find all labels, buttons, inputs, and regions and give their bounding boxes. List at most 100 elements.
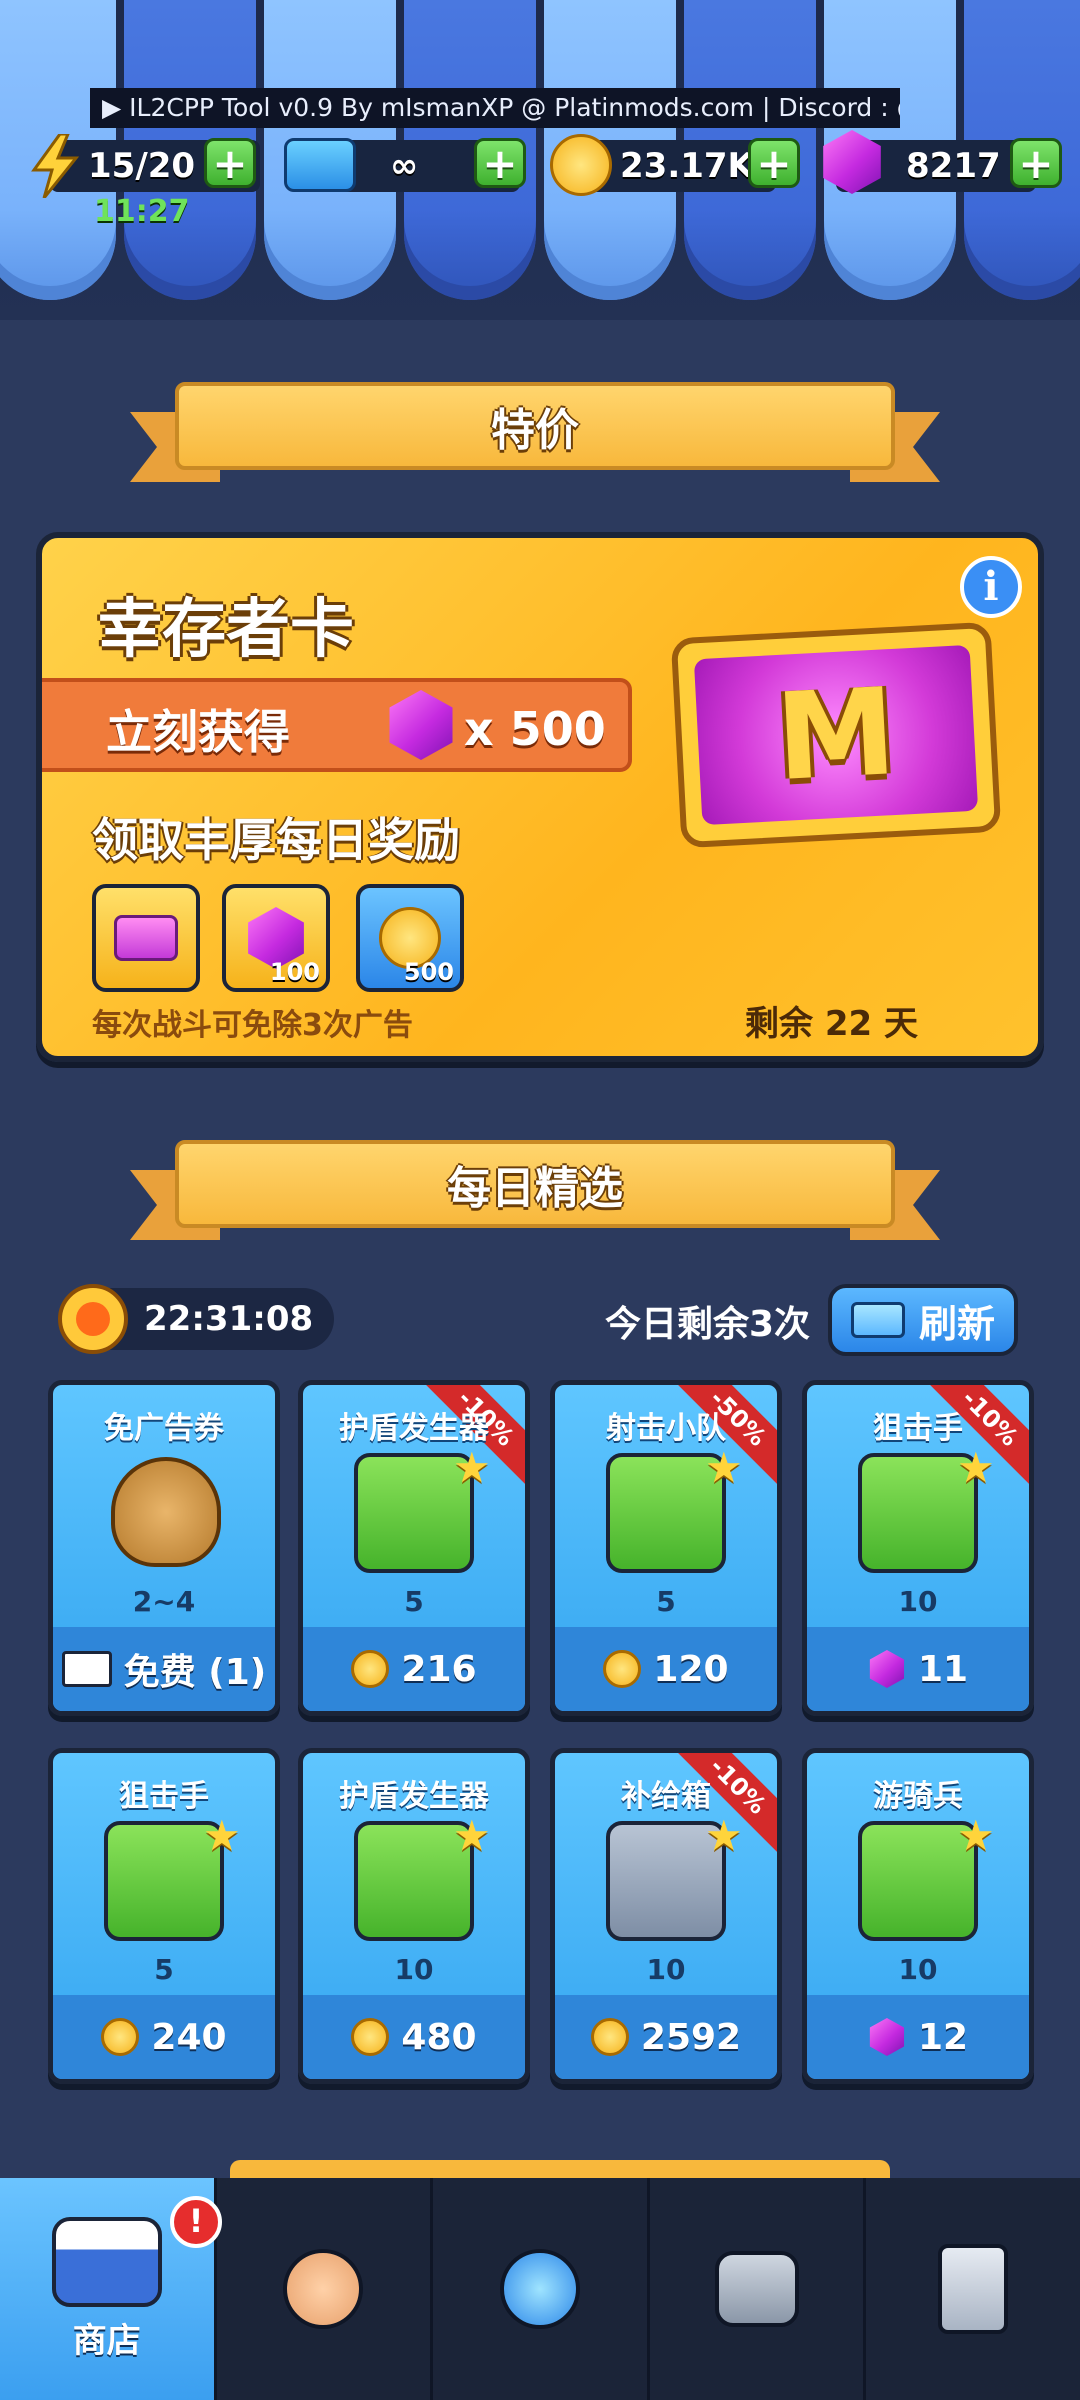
instant-reward-strip: 立刻获得 x 500 — [42, 678, 632, 772]
item-price-value: 12 — [917, 2016, 969, 2058]
item-price: 216 — [303, 1627, 525, 1711]
skip-ticket-icon — [284, 138, 356, 192]
item-level: 2~4 — [132, 1585, 196, 1618]
gem-value: 8217 — [906, 146, 1001, 186]
lightning-icon — [31, 134, 80, 198]
item-price: 240 — [53, 1995, 275, 2079]
nav-tab-cards[interactable] — [866, 2178, 1080, 2400]
item-level: 10 — [898, 1953, 938, 1986]
ad-skip-note: 每次战斗可免除3次广告 — [92, 1008, 413, 1043]
survivor-card-offer[interactable]: 幸存者卡 i 立刻获得 x 500 领取丰厚每日奖励 100 500 每次战斗可… — [36, 532, 1044, 1062]
shop-item-ranger[interactable]: 游骑兵 ★ 10 12 — [802, 1748, 1034, 2084]
item-name: 狙击手 — [119, 1779, 209, 1814]
shop-item-ad-free-ticket[interactable]: 免广告券 2~4 免费 (1) — [48, 1380, 280, 1716]
shop-icon — [51, 2216, 162, 2307]
nav-tab-heroes[interactable] — [217, 2178, 434, 2400]
item-name: 狙击手 — [873, 1411, 963, 1446]
add-energy-button[interactable]: + — [204, 138, 256, 188]
item-price: 480 — [303, 1995, 525, 2079]
section-title-daily: 每日精选 — [175, 1140, 895, 1228]
item-price-value: 480 — [401, 2016, 477, 2058]
item-price-value: 2592 — [640, 2016, 742, 2058]
instant-reward-amount: x 500 — [464, 702, 606, 756]
debug-overlay-banner: ▶ IL2CPP Tool v0.9 By mIsmanXP @ Platinm… — [90, 88, 900, 128]
item-price: 12 — [807, 1995, 1029, 2079]
card-upgrade-icon — [938, 2244, 1009, 2334]
item-name: 补给箱 — [621, 1779, 711, 1814]
daily-reward-label: 领取丰厚每日奖励 — [92, 813, 460, 867]
coin-icon — [351, 1650, 390, 1688]
star-icon: ★ — [203, 1811, 241, 1860]
video-ad-icon — [61, 1651, 112, 1687]
section-title-special: 特价 — [175, 382, 895, 470]
skip-ticket-value: ∞ — [390, 146, 419, 186]
item-name: 护盾发生器 — [339, 1779, 489, 1814]
skip-ticket-icon — [850, 1302, 905, 1338]
shop-item-shooting-squad[interactable]: -50% 射击小队 ★ 5 120 — [550, 1380, 782, 1716]
coin-icon — [351, 2018, 390, 2056]
daily-timer-value: 22:31:08 — [144, 1299, 314, 1339]
notification-badge: ! — [170, 2196, 222, 2248]
refresh-button[interactable]: 刷新 — [828, 1284, 1018, 1356]
coin-icon — [590, 2018, 629, 2056]
item-price: 2592 — [555, 1995, 777, 2079]
days-remaining: 剩余 22 天 — [745, 1004, 918, 1044]
skip-ticket-icon — [114, 915, 178, 961]
item-level: 10 — [394, 1953, 434, 1986]
reward-gems-qty: 100 — [269, 958, 320, 986]
shop-item-sniper-5[interactable]: 狙击手 ★ 5 240 — [48, 1748, 280, 2084]
shop-item-shield-generator-10[interactable]: 护盾发生器 ★ 10 480 — [298, 1748, 530, 2084]
energy-value: 15/20 — [88, 146, 196, 186]
reward-coins-qty: 500 — [403, 958, 454, 986]
gem-icon — [869, 2018, 905, 2056]
membership-card-letter: M — [772, 662, 900, 808]
instant-reward-label: 立刻获得 — [106, 705, 290, 759]
hero-upgrade-icon — [283, 2249, 364, 2329]
ticket-bag-icon — [111, 1457, 221, 1567]
item-level: 10 — [898, 1585, 938, 1618]
globe-icon — [499, 2249, 580, 2329]
refreshes-remaining: 今日剩余3次 — [604, 1304, 810, 1345]
offer-title: 幸存者卡 — [98, 593, 354, 667]
add-gems-button[interactable]: + — [1010, 138, 1062, 188]
item-price: 免费 (1) — [53, 1627, 275, 1711]
shop-item-supply-crate[interactable]: -10% 补给箱 ★ 10 2592 — [550, 1748, 782, 2084]
star-icon: ★ — [705, 1443, 743, 1492]
coin-icon — [603, 1650, 642, 1688]
star-icon: ★ — [957, 1443, 995, 1492]
add-skip-ticket-button[interactable]: + — [474, 138, 526, 188]
item-name: 游骑兵 — [873, 1779, 963, 1814]
item-level: 5 — [154, 1953, 174, 1986]
item-level: 5 — [404, 1585, 424, 1618]
base-building-icon — [714, 2251, 799, 2327]
item-name: 射击小队 — [606, 1411, 726, 1446]
star-icon: ★ — [453, 1811, 491, 1860]
reward-gems: 100 — [222, 884, 330, 992]
item-level: 5 — [656, 1585, 676, 1618]
nav-tab-shop[interactable]: 商店 ! — [0, 2178, 222, 2400]
gem-icon — [869, 1650, 905, 1688]
refresh-button-label: 刷新 — [918, 1301, 995, 1346]
coin-icon — [101, 2018, 140, 2056]
shop-item-shield-generator-5[interactable]: -10% 护盾发生器 ★ 5 216 — [298, 1380, 530, 1716]
shop-item-sniper-10[interactable]: -10% 狙击手 ★ 10 11 — [802, 1380, 1034, 1716]
star-icon: ★ — [957, 1811, 995, 1860]
item-price-value: 240 — [151, 2016, 227, 2058]
info-button[interactable]: i — [960, 556, 1022, 618]
item-level: 10 — [646, 1953, 686, 1986]
item-name: 护盾发生器 — [339, 1411, 489, 1446]
star-icon: ★ — [705, 1811, 743, 1860]
add-coins-button[interactable]: + — [748, 138, 800, 188]
nav-tab-world[interactable] — [433, 2178, 650, 2400]
item-price-value: 免费 (1) — [123, 1652, 267, 1693]
item-name: 免广告券 — [104, 1411, 224, 1446]
reward-coins: 500 — [356, 884, 464, 992]
section-banner-special: 特价 — [130, 382, 940, 482]
gem-icon — [389, 690, 453, 760]
nav-tab-base[interactable] — [650, 2178, 867, 2400]
item-price: 11 — [807, 1627, 1029, 1711]
item-price: 120 — [555, 1627, 777, 1711]
item-price-value: 11 — [917, 1648, 969, 1690]
clock-icon — [58, 1284, 128, 1354]
coin-value: 23.17K — [620, 146, 754, 186]
